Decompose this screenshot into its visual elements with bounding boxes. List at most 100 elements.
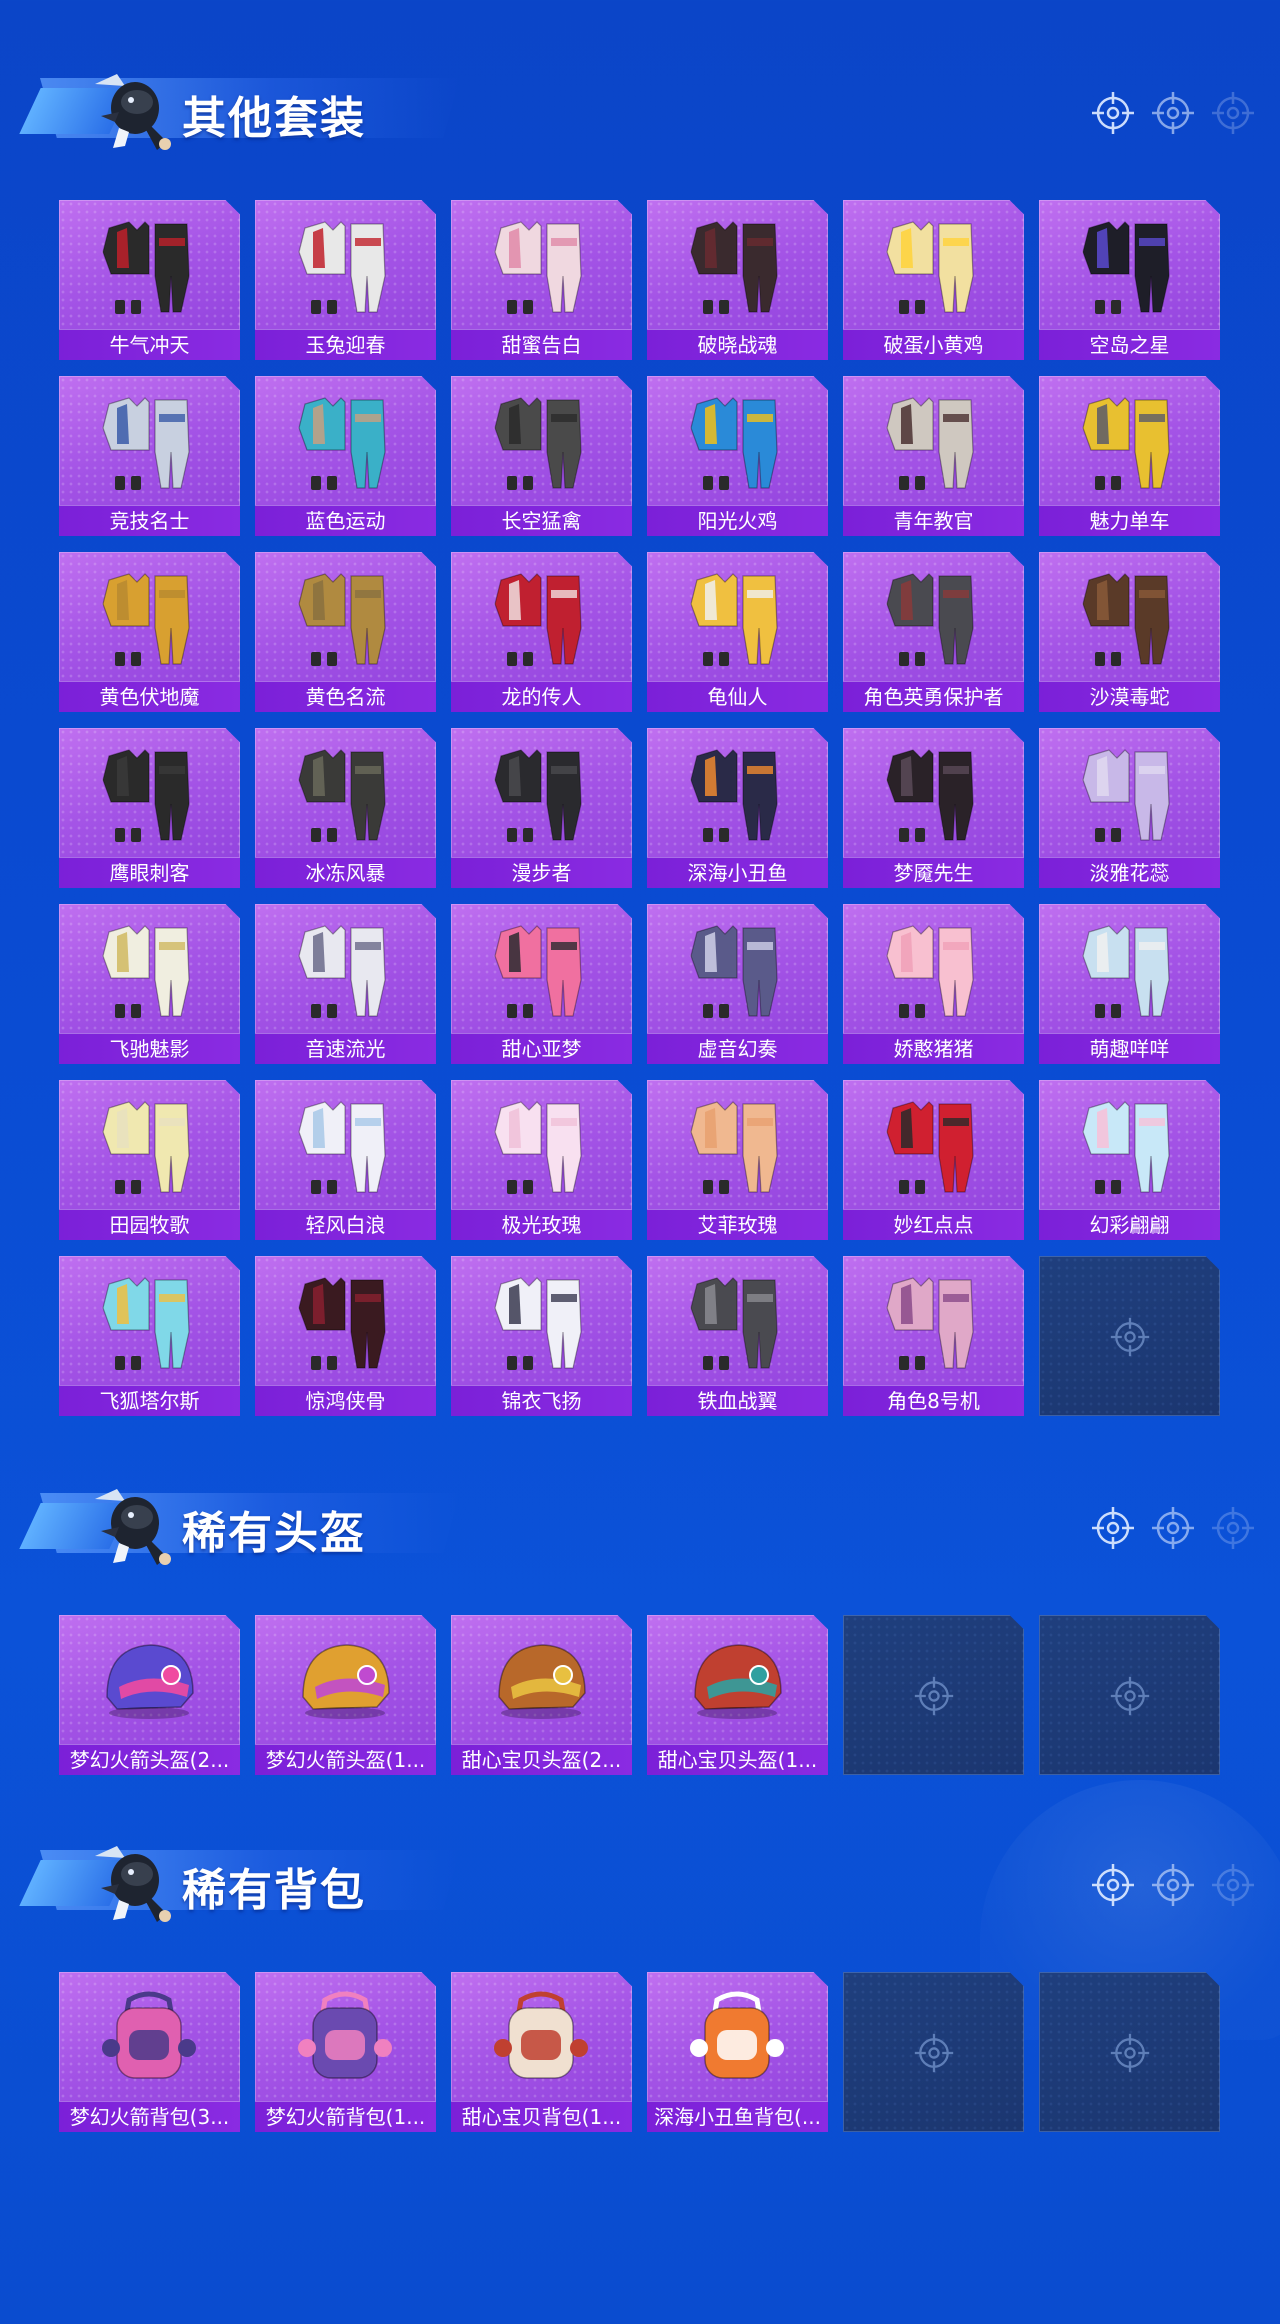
item-card[interactable]: 淡雅花蕊 [1039, 728, 1220, 888]
item-card[interactable]: 飞驰魅影 [59, 904, 240, 1064]
item-label: 冰冻风暴 [255, 857, 436, 888]
item-card[interactable]: 黄色伏地魔 [59, 552, 240, 712]
section-header: 其他套装 [19, 48, 460, 158]
item-card[interactable]: 沙漠毒蛇 [1039, 552, 1220, 712]
item-label: 鹰眼刺客 [59, 857, 240, 888]
item-card[interactable]: 甜蜜告白 [451, 200, 632, 360]
item-card[interactable]: 龟仙人 [647, 552, 828, 712]
item-label: 淡雅花蕊 [1039, 857, 1220, 888]
item-card[interactable]: 漫步者 [451, 728, 632, 888]
item-card[interactable]: 梦幻火箭头盔(2... [59, 1615, 240, 1775]
crosshair-target-icon [1109, 1316, 1151, 1358]
crosshair-target-icon [1150, 90, 1196, 136]
item-label: 幻彩翩翩 [1039, 1209, 1220, 1240]
empty-slot [1039, 1615, 1220, 1775]
item-card[interactable]: 梦幻火箭头盔(1... [255, 1615, 436, 1775]
item-card[interactable]: 妙红点点 [843, 1080, 1024, 1240]
item-card[interactable]: 鹰眼刺客 [59, 728, 240, 888]
outfit-image [285, 740, 405, 850]
outfit-image [481, 740, 601, 850]
item-card[interactable]: 黄色名流 [255, 552, 436, 712]
item-card[interactable]: 玉兔迎春 [255, 200, 436, 360]
item-card[interactable]: 惊鸿侠骨 [255, 1256, 436, 1416]
outfit-image [89, 212, 209, 322]
item-card[interactable]: 轻风白浪 [255, 1080, 436, 1240]
item-label: 飞驰魅影 [59, 1033, 240, 1064]
item-card[interactable]: 破蛋小黄鸡 [843, 200, 1024, 360]
outfit-image [285, 1092, 405, 1202]
item-card[interactable]: 音速流光 [255, 904, 436, 1064]
section-title: 稀有背包 [182, 1865, 366, 1916]
outfit-image [873, 564, 993, 674]
item-label: 魅力单车 [1039, 505, 1220, 536]
item-label: 蓝色运动 [255, 505, 436, 536]
item-card[interactable]: 长空猛禽 [451, 376, 632, 536]
item-card[interactable]: 甜心宝贝背包(1... [451, 1972, 632, 2132]
item-card[interactable]: 角色英勇保护者 [843, 552, 1024, 712]
item-card[interactable]: 阳光火鸡 [647, 376, 828, 536]
item-label: 甜蜜告白 [451, 329, 632, 360]
item-card[interactable]: 冰冻风暴 [255, 728, 436, 888]
backpack-image [481, 1984, 601, 2094]
outfit-image [677, 916, 797, 1026]
outfit-image [677, 1092, 797, 1202]
item-card[interactable]: 深海小丑鱼 [647, 728, 828, 888]
item-card[interactable]: 空岛之星 [1039, 200, 1220, 360]
item-card[interactable]: 铁血战翼 [647, 1256, 828, 1416]
item-card[interactable]: 甜心宝贝头盔(1... [647, 1615, 828, 1775]
item-label: 竞技名士 [59, 505, 240, 536]
item-card[interactable]: 蓝色运动 [255, 376, 436, 536]
outfit-image [89, 388, 209, 498]
crosshair-target-icon [913, 1675, 955, 1717]
item-card[interactable]: 深海小丑鱼背包(... [647, 1972, 828, 2132]
item-card[interactable]: 极光玫瑰 [451, 1080, 632, 1240]
item-label: 空岛之星 [1039, 329, 1220, 360]
helmet-image [481, 1627, 601, 1737]
item-card[interactable]: 破晓战魂 [647, 200, 828, 360]
outfit-image [481, 212, 601, 322]
item-card[interactable]: 梦幻火箭背包(1... [255, 1972, 436, 2132]
item-label: 萌趣咩咩 [1039, 1033, 1220, 1064]
item-label: 角色英勇保护者 [843, 681, 1024, 712]
item-card[interactable]: 梦魇先生 [843, 728, 1024, 888]
item-label: 牛气冲天 [59, 329, 240, 360]
item-card[interactable]: 甜心宝贝头盔(2... [451, 1615, 632, 1775]
item-card[interactable]: 萌趣咩咩 [1039, 904, 1220, 1064]
crosshair-target-icon [1090, 90, 1136, 136]
item-card[interactable]: 虚音幻奏 [647, 904, 828, 1064]
item-label: 梦魇先生 [843, 857, 1024, 888]
target-icons [1090, 90, 1254, 140]
item-card[interactable]: 锦衣飞扬 [451, 1256, 632, 1416]
item-card[interactable]: 角色8号机 [843, 1256, 1024, 1416]
empty-slot [1039, 1972, 1220, 2132]
outfit-image [89, 740, 209, 850]
item-card[interactable]: 甜心亚梦 [451, 904, 632, 1064]
outfit-image [1069, 212, 1189, 322]
item-label: 甜心宝贝头盔(2... [451, 1744, 632, 1775]
item-label: 龙的传人 [451, 681, 632, 712]
item-card[interactable]: 竞技名士 [59, 376, 240, 536]
outfit-image [677, 740, 797, 850]
item-card[interactable]: 艾菲玫瑰 [647, 1080, 828, 1240]
item-card[interactable]: 牛气冲天 [59, 200, 240, 360]
item-label: 青年教官 [843, 505, 1024, 536]
item-card[interactable]: 娇憨猪猪 [843, 904, 1024, 1064]
item-card[interactable]: 魅力单车 [1039, 376, 1220, 536]
item-card[interactable]: 青年教官 [843, 376, 1024, 536]
item-card[interactable]: 梦幻火箭背包(3... [59, 1972, 240, 2132]
outfit-image [873, 740, 993, 850]
item-label: 龟仙人 [647, 681, 828, 712]
crosshair-target-icon [1090, 1505, 1136, 1551]
item-card[interactable]: 龙的传人 [451, 552, 632, 712]
item-label: 梦幻火箭背包(3... [59, 2101, 240, 2132]
item-card[interactable]: 飞狐塔尔斯 [59, 1256, 240, 1416]
backpack-image [285, 1984, 405, 2094]
item-label: 破蛋小黄鸡 [843, 329, 1024, 360]
backpack-image [677, 1984, 797, 2094]
item-card[interactable]: 田园牧歌 [59, 1080, 240, 1240]
item-label: 黄色伏地魔 [59, 681, 240, 712]
section-1: 其他套装 牛气冲天 玉兔迎春 甜蜜告白 破晓战魂 破蛋小黄鸡 空岛之星 竞技名士… [0, 48, 1280, 1416]
item-label: 娇憨猪猪 [843, 1033, 1024, 1064]
item-card[interactable]: 幻彩翩翩 [1039, 1080, 1220, 1240]
outfit-image [873, 212, 993, 322]
